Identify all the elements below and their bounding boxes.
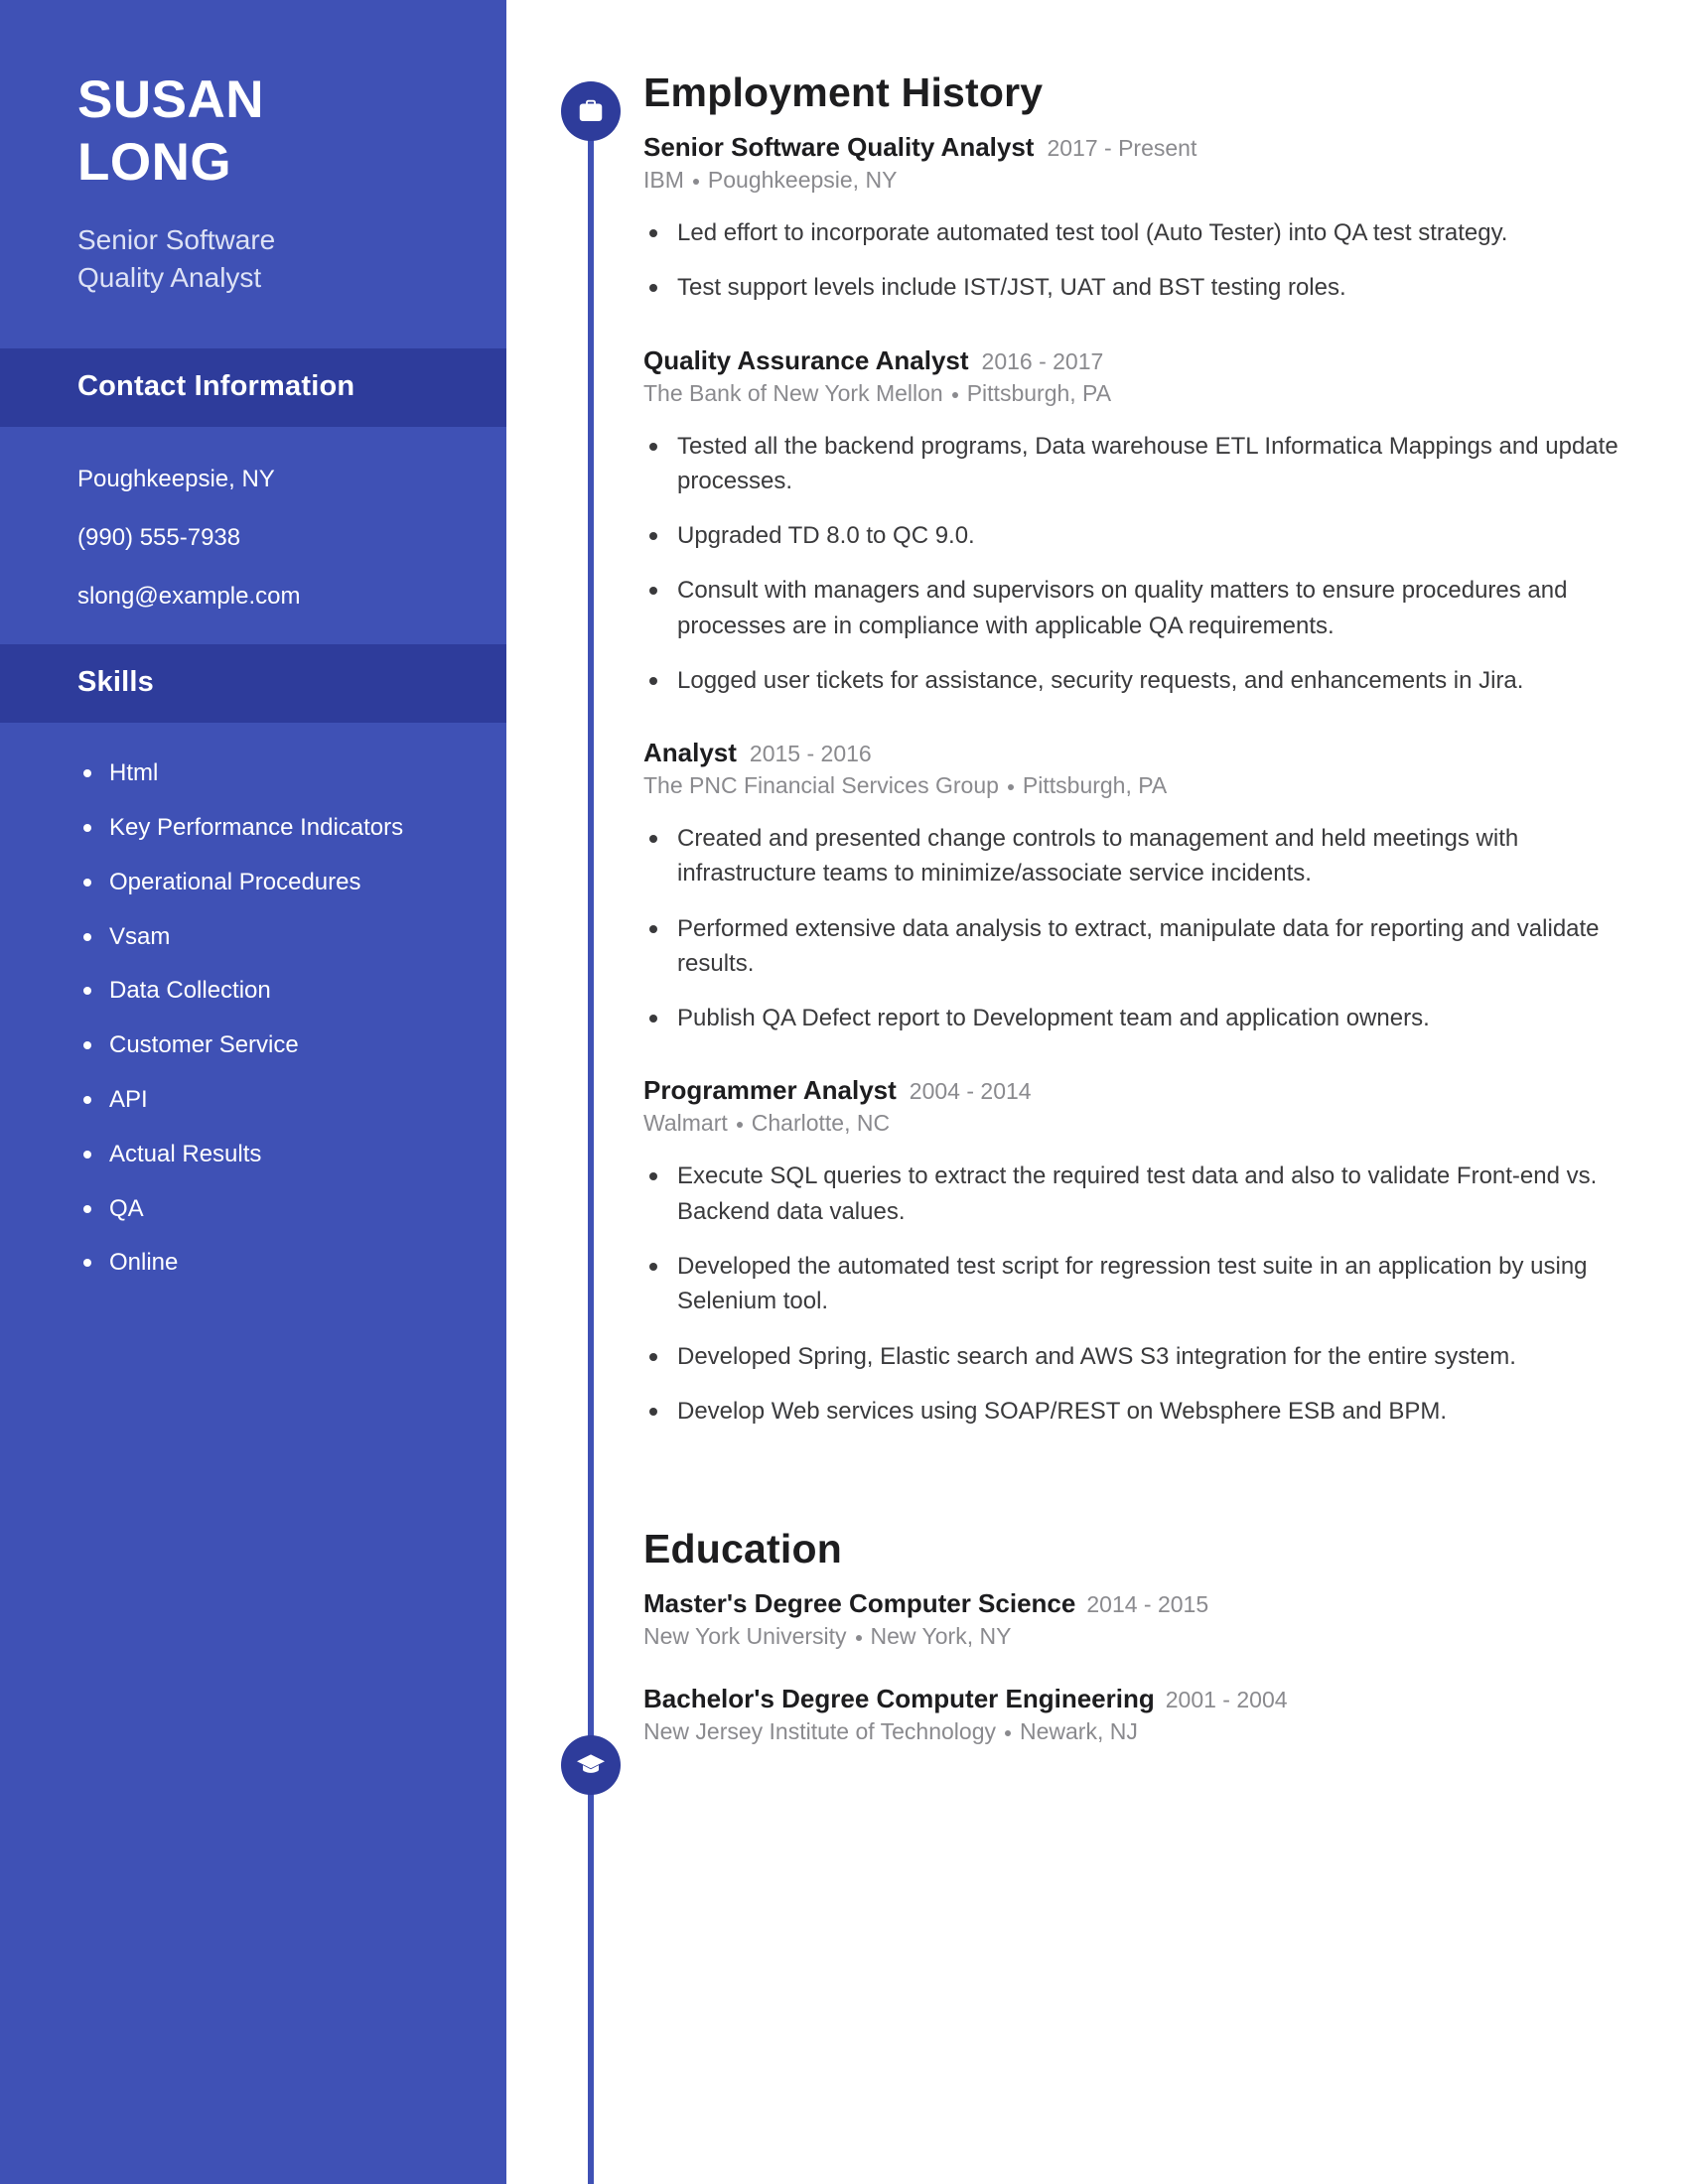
headline-line-1: Senior Software [77, 224, 276, 256]
job-bullet: Developed the automated test script for … [643, 1249, 1626, 1319]
education-entries: Master's Degree Computer Science 2014 - 2… [643, 1588, 1626, 1745]
job-bullet: Execute SQL queries to extract the requi… [643, 1159, 1626, 1229]
school-location-value: Newark, NJ [1019, 1718, 1138, 1745]
job-dates: 2016 - 2017 [981, 347, 1104, 374]
job-dates: 2017 - Present [1047, 135, 1197, 161]
school-location: New York University New York, NY [643, 1623, 1626, 1650]
contact-phone: (990) 555-7938 [77, 523, 241, 551]
contact-section-header: Contact Information [0, 347, 506, 427]
job-company: Walmart [643, 1110, 728, 1137]
skill-item: Html [77, 756, 447, 791]
skill-item: Key Performance Indicators [77, 811, 447, 846]
job-bullet: Logged user tickets for assistance, secu… [643, 663, 1626, 698]
job-location: Poughkeepsie, NY [707, 167, 898, 193]
skill-item: Vsam [77, 920, 447, 955]
job-company-location: The PNC Financial Services Group Pittsbur… [643, 772, 1626, 799]
school-location-value: New York, NY [870, 1623, 1012, 1650]
school-name: New York University [643, 1623, 847, 1650]
job-bullet-list: Execute SQL queries to extract the requi… [643, 1159, 1626, 1429]
contact-email[interactable]: slong@example.com [77, 578, 447, 614]
job-location: Pittsburgh, PA [966, 379, 1112, 406]
degree-title: Bachelor's Degree Computer Engineering [643, 1684, 1155, 1714]
job-bullet: Test support levels include IST/JST, UAT… [643, 270, 1626, 305]
skill-item: Operational Procedures [77, 866, 447, 900]
separator-dot [1004, 1730, 1011, 1737]
job-bullet-list: Tested all the backend programs, Data wa… [643, 429, 1626, 699]
separator-dot [951, 391, 958, 398]
degree-dates: 2001 - 2004 [1165, 1687, 1288, 1713]
job-company: IBM [643, 167, 684, 193]
job-company-location: Walmart Charlotte, NC [643, 1110, 1626, 1137]
name-block: SUSAN LONG Senior Software Quality Analy… [0, 0, 506, 297]
skill-item: Data Collection [77, 974, 447, 1009]
job-title: Programmer Analyst [643, 1075, 897, 1106]
skill-item: Online [77, 1246, 447, 1281]
entry-headline: Quality Assurance Analyst 2016 - 2017 [643, 345, 1626, 376]
skill-item: QA [77, 1192, 447, 1227]
job-bullet-list: Created and presented change controls to… [643, 821, 1626, 1035]
job-bullet: Developed Spring, Elastic search and AWS… [643, 1339, 1626, 1374]
skill-item: Customer Service [77, 1028, 447, 1063]
separator-dot [855, 1635, 862, 1642]
skills-list: Html Key Performance Indicators Operationa… [77, 756, 447, 1281]
skill-item: Actual Results [77, 1138, 447, 1172]
employment-entry: Senior Software Quality Analyst 2017 - Pr… [643, 132, 1626, 306]
entry-headline: Programmer Analyst 2004 - 2014 [643, 1075, 1626, 1106]
job-bullet: Created and presented change controls to… [643, 821, 1626, 891]
headline-line-2: Quality Analyst [77, 261, 262, 293]
employment-entry: Programmer Analyst 2004 - 2014 Walmart Char… [643, 1075, 1626, 1429]
job-company-location: The Bank of New York Mellon Pittsburgh, P… [643, 380, 1626, 407]
job-location: Charlotte, NC [751, 1110, 891, 1137]
separator-dot [736, 1122, 743, 1129]
job-company: The PNC Financial Services Group [643, 772, 999, 799]
employment-section-title: Employment History [643, 69, 1044, 115]
job-bullet: Performed extensive data analysis to ext… [643, 911, 1626, 982]
employment-entries: Senior Software Quality Analyst 2017 - Pr… [643, 132, 1626, 1429]
main-content: Employment History Senior Software Quali… [643, 69, 1626, 1745]
education-section-title: Education [643, 1526, 842, 1572]
job-location: Pittsburgh, PA [1022, 772, 1168, 799]
education-headline: Master's Degree Computer Science 2014 - 2… [643, 1588, 1626, 1619]
job-bullet: Develop Web services using SOAP/REST on … [643, 1394, 1626, 1429]
contact-location: Poughkeepsie, NY [77, 465, 275, 492]
job-company-location: IBM Poughkeepsie, NY [643, 167, 1626, 194]
job-dates: 2004 - 2014 [909, 1078, 1032, 1105]
separator-dot [1007, 784, 1014, 791]
school-location: New Jersey Institute of Technology Newark… [643, 1718, 1626, 1745]
job-bullet: Led effort to incorporate automated test… [643, 215, 1626, 250]
education-headline: Bachelor's Degree Computer Engineering 20… [643, 1684, 1626, 1714]
first-name: SUSAN [77, 70, 265, 129]
job-title: Senior Software Quality Analyst [643, 132, 1035, 162]
skills-section-body: Html Key Performance Indicators Operationa… [0, 723, 506, 1330]
job-bullet: Publish QA Defect report to Development … [643, 1001, 1626, 1035]
job-bullet: Tested all the backend programs, Data wa… [643, 429, 1626, 499]
last-name: LONG [77, 132, 232, 192]
job-title: Quality Assurance Analyst [643, 344, 969, 375]
employment-entry: Analyst 2015 - 2016 The PNC Financial Serv… [643, 738, 1626, 1035]
skills-section-header: Skills [0, 644, 506, 724]
timeline-rail [588, 109, 594, 2184]
entry-headline: Senior Software Quality Analyst 2017 - Pr… [643, 132, 1626, 163]
skill-item: API [77, 1083, 447, 1118]
job-bullet: Upgraded TD 8.0 to QC 9.0. [643, 518, 1626, 553]
education-entry: Bachelor's Degree Computer Engineering 20… [643, 1684, 1626, 1745]
sidebar: SUSAN LONG Senior Software Quality Analy… [0, 0, 506, 2184]
education-entry: Master's Degree Computer Science 2014 - 2… [643, 1588, 1626, 1650]
resume-page: SUSAN LONG Senior Software Quality Analy… [0, 0, 1688, 2184]
job-bullet-list: Led effort to incorporate automated test… [643, 215, 1626, 306]
contact-section-body: Poughkeepsie, NY (990) 555-7938 slong@ex… [0, 427, 506, 645]
degree-dates: 2014 - 2015 [1086, 1591, 1209, 1618]
degree-title: Master's Degree Computer Science [643, 1588, 1076, 1619]
job-title: Analyst [643, 738, 737, 768]
entry-headline: Analyst 2015 - 2016 [643, 738, 1626, 768]
separator-dot [692, 179, 699, 185]
employment-entry: Quality Assurance Analyst 2016 - 2017 The … [643, 345, 1626, 699]
graduation-cap-icon [561, 1735, 621, 1795]
briefcase-icon [561, 81, 621, 141]
job-bullet: Consult with managers and supervisors on… [643, 573, 1626, 643]
school-name: New Jersey Institute of Technology [643, 1718, 996, 1745]
job-dates: 2015 - 2016 [749, 741, 872, 767]
job-company: The Bank of New York Mellon [643, 379, 943, 406]
